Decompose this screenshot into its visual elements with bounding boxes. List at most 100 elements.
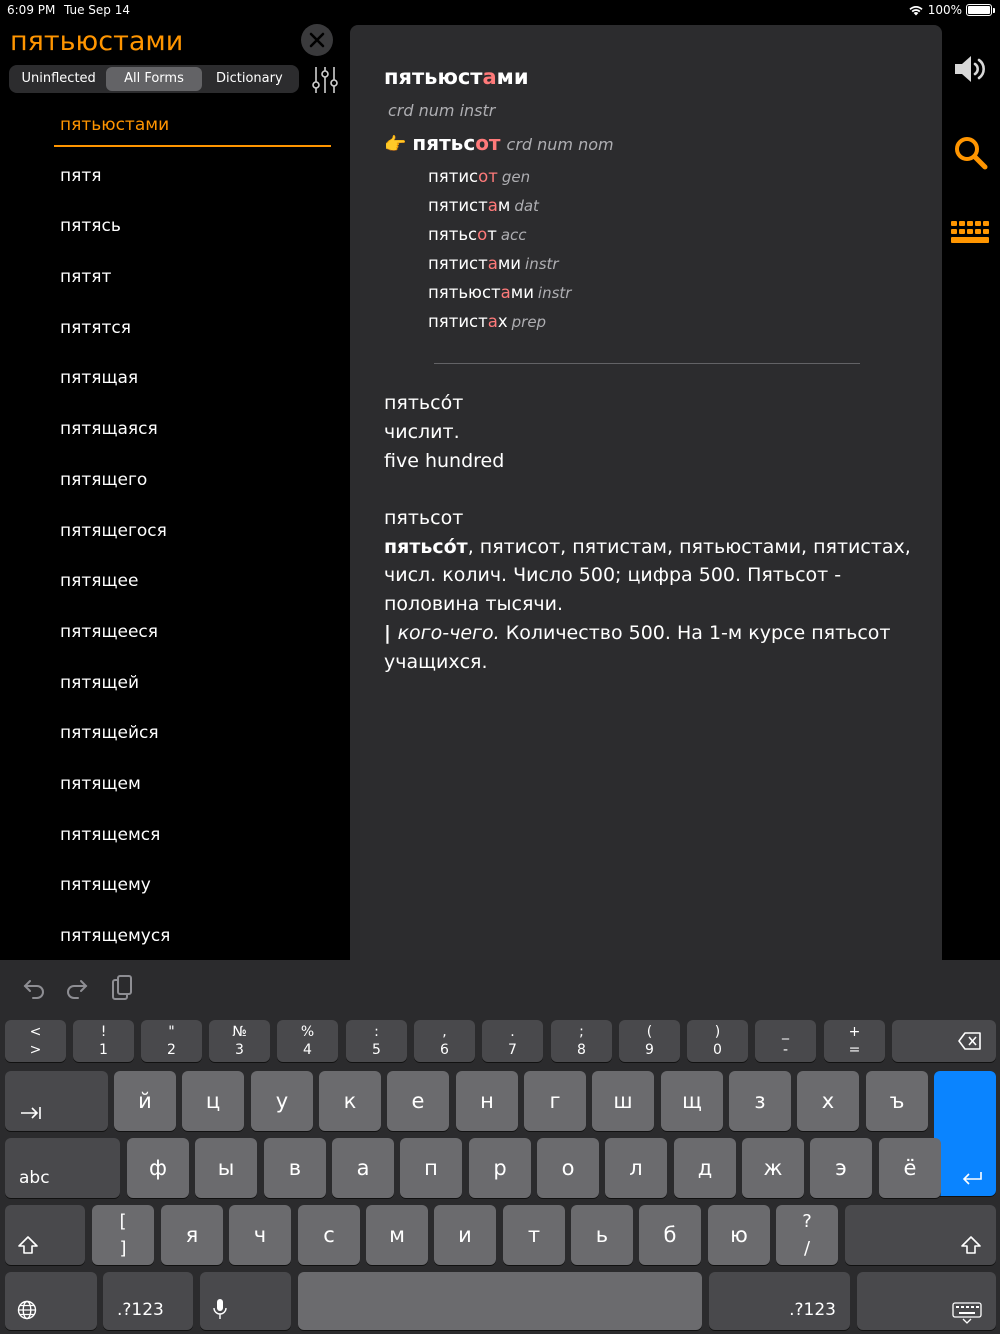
key-shift-right[interactable] bbox=[845, 1205, 996, 1265]
key-numbers-left[interactable]: .?123 bbox=[103, 1272, 193, 1330]
key-letter[interactable]: с bbox=[298, 1205, 360, 1265]
key-letter[interactable]: я bbox=[161, 1205, 223, 1265]
clear-search-button[interactable] bbox=[301, 24, 333, 56]
word-list-item[interactable]: пятящему bbox=[0, 860, 350, 911]
key-dictation[interactable] bbox=[200, 1272, 291, 1330]
undo-button[interactable] bbox=[20, 974, 48, 1002]
key-shift-left[interactable] bbox=[5, 1205, 85, 1265]
key-4[interactable]: % 4 bbox=[277, 1020, 338, 1062]
key-hide-keyboard[interactable] bbox=[857, 1272, 996, 1330]
word-list-item[interactable]: пятящемся bbox=[0, 810, 350, 861]
key-space[interactable] bbox=[298, 1272, 702, 1330]
word-list-item[interactable]: пятящегося bbox=[0, 506, 350, 557]
word-list-item[interactable]: пятясь bbox=[0, 201, 350, 252]
key-letter[interactable]: ы bbox=[195, 1138, 257, 1198]
key-letter[interactable]: ю bbox=[708, 1205, 770, 1265]
key-letter[interactable]: ш bbox=[592, 1071, 654, 1131]
key-letter[interactable]: ё bbox=[879, 1138, 941, 1198]
key-backspace[interactable] bbox=[892, 1020, 996, 1062]
key-2[interactable]: " 2 bbox=[141, 1020, 202, 1062]
paste-button[interactable] bbox=[108, 974, 136, 1002]
key-9[interactable]: (9 bbox=[619, 1020, 680, 1062]
key-letter[interactable]: г bbox=[524, 1071, 586, 1131]
battery-percent: 100% bbox=[927, 3, 962, 17]
segment-all-forms[interactable]: All Forms bbox=[106, 67, 202, 91]
key-8[interactable]: ; 8 bbox=[551, 1020, 612, 1062]
key-letter[interactable]: е bbox=[387, 1071, 449, 1131]
word-list-item[interactable]: пятящем bbox=[0, 759, 350, 810]
key-letter[interactable]: а bbox=[332, 1138, 394, 1198]
key-letter[interactable]: ц bbox=[182, 1071, 244, 1131]
key-7[interactable]: .7 bbox=[482, 1020, 543, 1062]
segment-dictionary[interactable]: Dictionary bbox=[202, 67, 297, 91]
key-letter[interactable]: ч bbox=[229, 1205, 291, 1265]
key-letter[interactable]: й bbox=[114, 1071, 176, 1131]
key-letter[interactable]: т bbox=[503, 1205, 565, 1265]
key-letter[interactable]: о bbox=[537, 1138, 599, 1198]
key-letter[interactable]: ж bbox=[742, 1138, 804, 1198]
key-letter[interactable]: в bbox=[264, 1138, 326, 1198]
word-list-item[interactable]: пятящее bbox=[0, 556, 350, 607]
key-letter[interactable]: и bbox=[434, 1205, 496, 1265]
pointing-hand-icon: 👉 bbox=[384, 134, 407, 155]
word-list-item[interactable]: пятящей bbox=[0, 658, 350, 709]
word-list-item[interactable]: пятящая bbox=[0, 353, 350, 404]
speak-button[interactable] bbox=[950, 48, 992, 90]
word-list-item-selected[interactable]: пятьюстами bbox=[0, 100, 350, 151]
key-letter[interactable]: ъ bbox=[866, 1071, 928, 1131]
key-0[interactable]: ) 0 bbox=[687, 1020, 748, 1062]
key-letter[interactable]: б bbox=[639, 1205, 701, 1265]
word-list-item[interactable]: пятящемуся bbox=[0, 911, 350, 962]
key-slash[interactable]: ? / bbox=[776, 1205, 838, 1265]
key-letter[interactable]: н bbox=[456, 1071, 518, 1131]
key-letter[interactable]: ь bbox=[571, 1205, 633, 1265]
form-row: пятистами instr bbox=[428, 254, 559, 273]
key-letter[interactable]: п bbox=[400, 1138, 462, 1198]
entry-lemma[interactable]: 👉 пятьсот crd num nom bbox=[384, 131, 614, 155]
segment-uninflected[interactable]: Uninflected bbox=[11, 67, 106, 91]
key-brackets[interactable]: [] bbox=[92, 1205, 154, 1265]
key-numbers-right[interactable]: .?123 bbox=[709, 1272, 850, 1330]
key-5[interactable]: :5 bbox=[346, 1020, 407, 1062]
key-letter[interactable]: з bbox=[729, 1071, 791, 1131]
key-letter[interactable]: х bbox=[797, 1071, 859, 1131]
word-list-item[interactable]: пятящаяся bbox=[0, 404, 350, 455]
search-query[interactable]: пятьюстами bbox=[10, 26, 183, 57]
key-abc[interactable]: abc bbox=[5, 1138, 120, 1198]
word-list-item[interactable]: пятят bbox=[0, 252, 350, 303]
key-3[interactable]: № 3 bbox=[209, 1020, 270, 1062]
key-letter[interactable]: к bbox=[319, 1071, 381, 1131]
key-angle-brackets[interactable]: < > bbox=[5, 1020, 66, 1062]
key-equals[interactable]: + = bbox=[824, 1020, 885, 1062]
search-button[interactable] bbox=[950, 132, 992, 174]
form-row: пятистах prep bbox=[428, 312, 547, 331]
key-letter[interactable]: м bbox=[366, 1205, 428, 1265]
filter-settings-button[interactable] bbox=[311, 65, 339, 95]
key-letter[interactable]: э bbox=[810, 1138, 872, 1198]
key-letter[interactable]: ф bbox=[127, 1138, 189, 1198]
key-letter[interactable]: щ bbox=[661, 1071, 723, 1131]
entry-detail-panel: пятьюстами crd num instr 👉 пятьсот crd n… bbox=[350, 25, 942, 960]
sidebar: пятьюстами Uninflected All Forms Diction… bbox=[0, 22, 350, 960]
word-list-item[interactable]: пятящейся bbox=[0, 708, 350, 759]
key-letter[interactable]: у bbox=[251, 1071, 313, 1131]
word-list-item[interactable]: пятя bbox=[0, 151, 350, 202]
keyboard-toggle-button[interactable] bbox=[950, 212, 992, 254]
key-letter[interactable]: р bbox=[469, 1138, 531, 1198]
battery-icon bbox=[966, 4, 995, 16]
key-6[interactable]: ,6 bbox=[414, 1020, 475, 1062]
key-globe[interactable] bbox=[5, 1272, 97, 1330]
tab-icon bbox=[21, 1107, 41, 1119]
key-letter[interactable]: л bbox=[605, 1138, 667, 1198]
redo-button[interactable] bbox=[63, 974, 91, 1002]
key-letter[interactable]: д bbox=[674, 1138, 736, 1198]
word-list-item[interactable]: пятятся bbox=[0, 303, 350, 354]
key-minus[interactable]: _ - bbox=[755, 1020, 816, 1062]
key-1[interactable]: ! 1 bbox=[73, 1020, 134, 1062]
key-tab[interactable] bbox=[5, 1071, 108, 1131]
key-return[interactable] bbox=[934, 1071, 996, 1196]
word-list-item[interactable]: пятящееся bbox=[0, 607, 350, 658]
word-list-item[interactable]: пятящего bbox=[0, 455, 350, 506]
microphone-icon bbox=[213, 1299, 227, 1319]
definition-full: пятьсот пятьсóт, пятисот, пятистам, пять… bbox=[384, 504, 914, 676]
